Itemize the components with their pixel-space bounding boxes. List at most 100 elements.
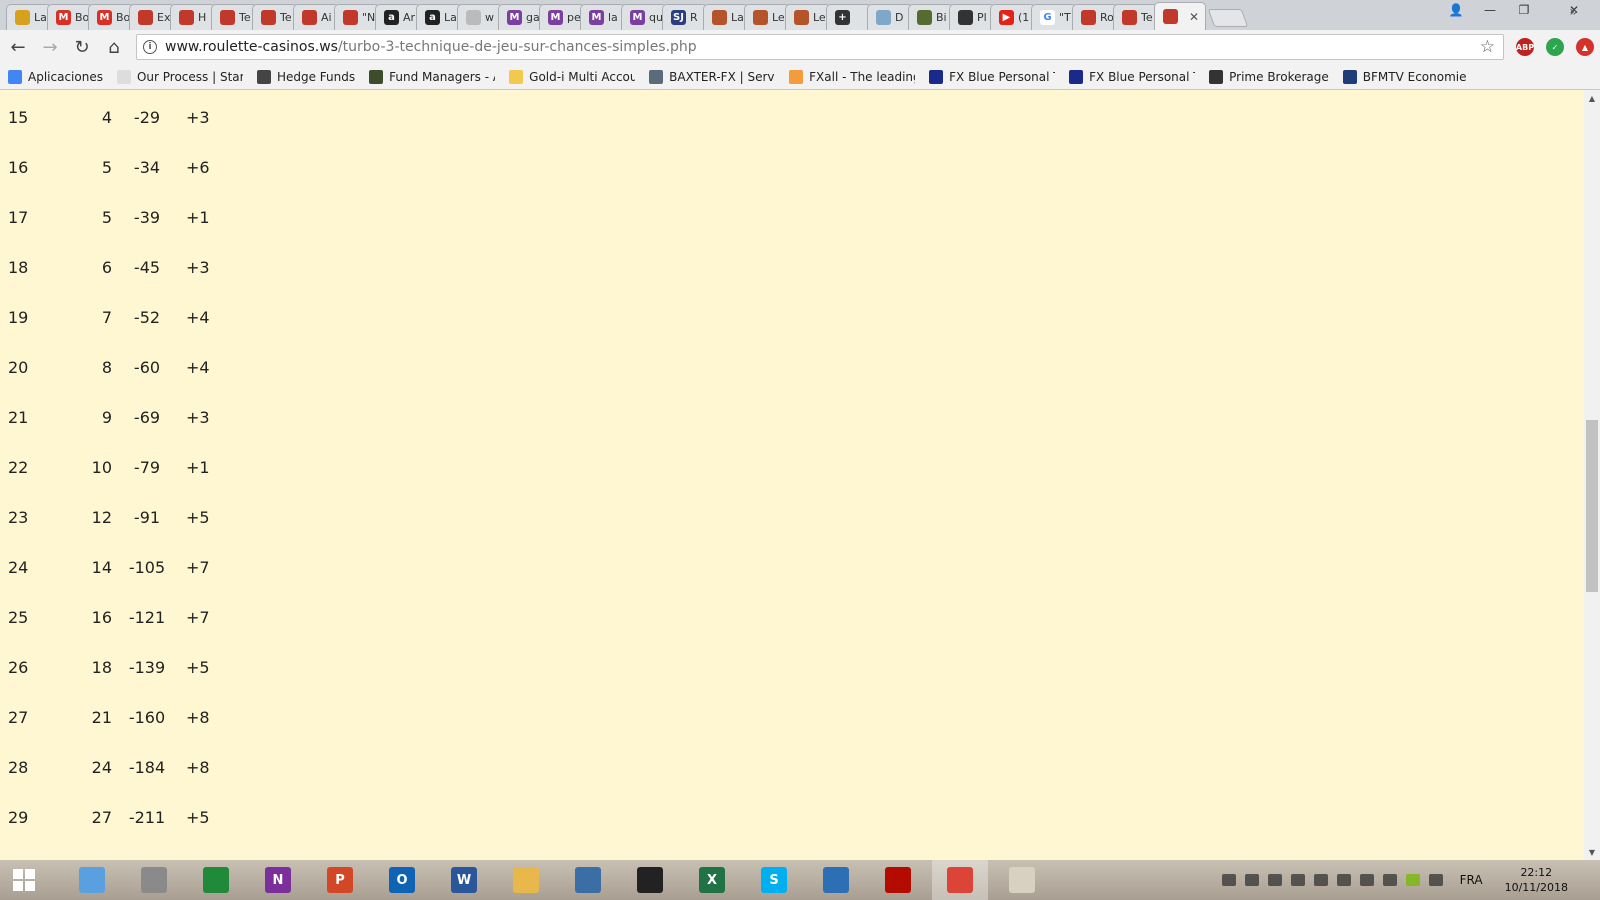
bookmark-label: Prime Brokerage xyxy=(1229,69,1329,84)
browser-tab[interactable]: Le xyxy=(744,4,790,30)
bookmark-item[interactable]: BAXTER-FX | Services xyxy=(649,69,775,84)
browser-tab[interactable]: H xyxy=(170,4,216,30)
printer-icon[interactable] xyxy=(1336,874,1351,886)
browser-tab[interactable]: M Bo xyxy=(47,4,93,30)
language-indicator[interactable]: FRA xyxy=(1460,873,1483,887)
bookmark-favicon-icon xyxy=(256,69,271,84)
bookmark-item[interactable]: Aplicaciones xyxy=(8,69,103,84)
browser-tab[interactable]: Le xyxy=(785,4,831,30)
display-icon[interactable] xyxy=(1244,874,1259,886)
check-extension-icon[interactable]: ✓ xyxy=(1546,38,1564,56)
browser-tab[interactable]: Te xyxy=(1113,4,1159,30)
bet-value: 5 xyxy=(101,208,112,227)
bookmark-item[interactable]: Hedge Funds xyxy=(256,69,355,84)
browser-tab[interactable]: ▶ (1 xyxy=(990,4,1036,30)
browser-tab[interactable]: D xyxy=(867,4,913,30)
notepad-app-button[interactable] xyxy=(126,860,182,900)
browser-tab[interactable]: Mpe xyxy=(539,4,585,30)
bookmark-item[interactable]: FX Blue Personal Trac xyxy=(1069,69,1195,84)
reload-button[interactable]: ↻ xyxy=(68,33,96,61)
browser-tab[interactable]: Mqu xyxy=(621,4,667,30)
taskbar-apps: NPOW XS xyxy=(58,860,1050,900)
user-profile-button[interactable]: 👤 xyxy=(1442,0,1470,20)
bookmark-item[interactable]: FX Blue Personal Trac xyxy=(929,69,1055,84)
explorer-app-button[interactable] xyxy=(498,860,554,900)
start-button[interactable] xyxy=(0,860,48,900)
paint-app-button[interactable] xyxy=(994,860,1050,900)
address-bar[interactable]: i www.roulette-casinos.ws/turbo-3-techni… xyxy=(136,34,1504,60)
tab-favicon-icon: M xyxy=(97,10,112,25)
new-tab-button[interactable] xyxy=(1207,9,1249,27)
battery-icon[interactable] xyxy=(1359,874,1374,886)
tab-title: pe xyxy=(567,11,581,24)
ie-like-app-button[interactable] xyxy=(64,860,120,900)
home-button[interactable]: ⌂ xyxy=(100,33,128,61)
browser-tab[interactable]: "N xyxy=(334,4,380,30)
forward-button[interactable]: → xyxy=(36,33,64,61)
restore-button[interactable]: ❐ xyxy=(1510,0,1538,20)
update-icon[interactable] xyxy=(1290,874,1305,886)
skype-app-button[interactable]: S xyxy=(746,860,802,900)
url-path: /turbo-3-technique-de-jeu-sur-chances-si… xyxy=(337,39,697,55)
browser-tab[interactable]: G "T xyxy=(1031,4,1077,30)
browser-tab[interactable]: M Bo xyxy=(88,4,134,30)
owl-app-button[interactable] xyxy=(560,860,616,900)
acrobat-app-button[interactable] xyxy=(870,860,926,900)
bet-value: 5 xyxy=(101,158,112,177)
bet-value: 9 xyxy=(101,408,112,427)
clock[interactable]: 22:12 10/11/2018 xyxy=(1505,865,1568,895)
network-app-button[interactable] xyxy=(808,860,864,900)
chat-icon[interactable] xyxy=(1428,874,1443,886)
scroll-down-icon[interactable]: ▼ xyxy=(1584,844,1600,860)
browser-tab[interactable]: Mga xyxy=(498,4,544,30)
info-icon[interactable]: i xyxy=(143,40,157,54)
bookmark-item[interactable]: FXall - The leading in xyxy=(789,69,915,84)
browser-tab[interactable]: Ex xyxy=(129,4,175,30)
bookmark-item[interactable]: BFMTV Economie – la xyxy=(1342,69,1469,84)
onenote-app-button[interactable]: N xyxy=(250,860,306,900)
nvidia-icon[interactable] xyxy=(1405,874,1420,886)
vertical-scrollbar[interactable]: ▲ ▼ xyxy=(1584,90,1600,860)
browser-tab[interactable]: La xyxy=(6,4,52,30)
browser-tab[interactable]: Bi xyxy=(908,4,954,30)
browser-tab[interactable]: Te xyxy=(252,4,298,30)
browser-tab[interactable]: + xyxy=(826,4,872,30)
browser-tab[interactable]: Ro xyxy=(1072,4,1118,30)
bookmark-star-icon[interactable]: ☆ xyxy=(1480,37,1495,57)
scrollbar-thumb[interactable] xyxy=(1586,420,1598,592)
bookmark-item[interactable]: Gold-i Multi Account xyxy=(509,69,635,84)
browser-tab[interactable]: SJ R xyxy=(662,4,708,30)
sheets-app-button[interactable] xyxy=(188,860,244,900)
browser-tab[interactable]: Te xyxy=(211,4,257,30)
bookmark-item[interactable]: Our Process | Start a xyxy=(116,69,243,84)
browser-tab[interactable]: Pl xyxy=(949,4,995,30)
adblock-plus-icon[interactable]: ABP xyxy=(1516,38,1534,56)
powerpoint-app-button[interactable]: P xyxy=(312,860,368,900)
browser-tab[interactable]: w xyxy=(457,4,503,30)
browser-tab[interactable]: a La xyxy=(416,4,462,30)
table-row: 27 21 -160 +8 xyxy=(0,708,300,730)
word-app-button[interactable]: W xyxy=(436,860,492,900)
browser-tab[interactable]: Ai xyxy=(293,4,339,30)
tab-favicon-icon xyxy=(958,10,973,25)
bookmark-item[interactable]: Prime Brokerage xyxy=(1209,69,1329,84)
close-tab-icon[interactable]: ✕ xyxy=(1189,10,1199,24)
browser-tab[interactable]: La xyxy=(703,4,749,30)
browser-tab[interactable]: ✕ xyxy=(1154,2,1206,30)
minimize-button[interactable]: — xyxy=(1476,0,1504,20)
volume-icon[interactable] xyxy=(1221,874,1236,886)
mask-app-button[interactable] xyxy=(622,860,678,900)
red-extension-icon[interactable]: ▲ xyxy=(1576,38,1594,56)
browser-tab[interactable]: a Ar xyxy=(375,4,421,30)
network-tray-icon[interactable] xyxy=(1267,874,1282,886)
chrome-app-button[interactable] xyxy=(932,860,988,900)
browser-tab[interactable]: Mla xyxy=(580,4,626,30)
bookmarks-more-icon[interactable]: » xyxy=(1569,4,1578,20)
bookmark-item[interactable]: Fund Managers - Adv xyxy=(369,69,495,84)
back-button[interactable]: ← xyxy=(4,33,32,61)
flag-icon[interactable] xyxy=(1313,874,1328,886)
scroll-up-icon[interactable]: ▲ xyxy=(1584,90,1600,106)
outlook-app-button[interactable]: O xyxy=(374,860,430,900)
excel-app-button[interactable]: X xyxy=(684,860,740,900)
signal-icon[interactable] xyxy=(1382,874,1397,886)
